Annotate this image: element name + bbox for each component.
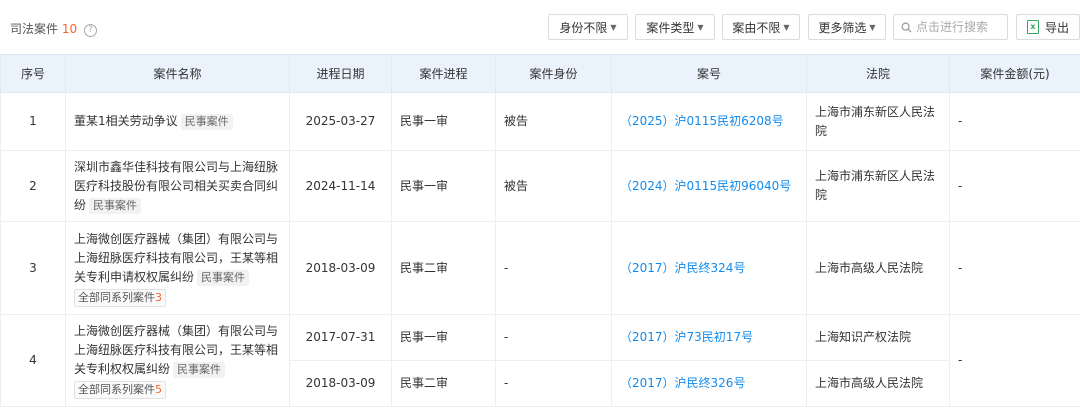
case-stage: 民事一审	[391, 92, 496, 151]
export-button[interactable]: x 导出	[1016, 14, 1080, 40]
court: 上海知识产权法院	[806, 314, 950, 361]
table-row: 3 上海微创医疗器械（集团）有限公司与上海纽脉医疗科技有限公司，王某等相关专利申…	[0, 221, 1080, 315]
case-type-tag: 民事案件	[180, 114, 233, 130]
filter-case-type-button[interactable]: 案件类型 ▼	[635, 14, 715, 40]
case-name-cell: 董某1相关劳动争议 民事案件	[65, 92, 290, 151]
case-number-link[interactable]: （2025）沪0115民初6208号	[620, 114, 784, 128]
progress-date: 2017-07-31	[289, 314, 392, 361]
series-cases-label: 全部同系列案件	[78, 290, 155, 304]
table-row: 4 上海微创医疗器械（集团）有限公司与上海纽脉医疗科技有限公司，王某等相关专利权…	[0, 314, 1080, 407]
export-label: 导出	[1044, 20, 1069, 35]
more-filters-button[interactable]: 更多筛选 ▼	[808, 14, 886, 40]
cases-table: 序号 案件名称 进程日期 案件进程 案件身份 案号 法院 案件金额(元) 1 董…	[0, 54, 1080, 407]
row-index: 1	[0, 92, 66, 151]
case-stage: 民事一审	[391, 150, 496, 222]
filter-case-type-label: 案件类型	[646, 20, 695, 35]
progress-date: 2018-03-09	[289, 221, 392, 315]
case-stage: 民事二审	[391, 221, 496, 315]
case-number-cell: （2025）沪0115民初6208号	[611, 92, 807, 151]
filter-identity-button[interactable]: 身份不限 ▼	[548, 14, 628, 40]
header-court: 法院	[806, 54, 950, 93]
case-number-link[interactable]: （2017）沪民终326号	[620, 376, 745, 390]
header-case-number: 案号	[611, 54, 807, 93]
case-role: -	[495, 221, 612, 315]
row-index: 4	[0, 314, 66, 407]
case-role: 被告	[495, 150, 612, 222]
case-name-cell: 深圳市鑫华佳科技有限公司与上海纽脉医疗科技股份有限公司相关买卖合同纠纷 民事案件	[65, 150, 290, 222]
case-number-link[interactable]: （2024）沪0115民初96040号	[620, 179, 791, 193]
case-stage: 民事二审	[391, 360, 496, 407]
row-index: 2	[0, 150, 66, 222]
case-type-tag: 民事案件	[173, 362, 226, 378]
excel-icon: x	[1026, 20, 1039, 34]
case-name-cell: 上海微创医疗器械（集团）有限公司与上海纽脉医疗科技有限公司，王某等相关专利权权属…	[65, 314, 290, 407]
case-number-link[interactable]: （2017）沪民终324号	[620, 261, 745, 275]
more-filters-label: 更多筛选	[818, 20, 867, 35]
help-icon[interactable]: ?	[83, 24, 97, 37]
toolbar: 司法案件 10 ? 身份不限 ▼ 案件类型 ▼ 案由不限 ▼ 更多筛选 ▼ x …	[0, 0, 1080, 54]
header-index: 序号	[0, 54, 66, 93]
case-number-cell: （2017）沪民终324号	[611, 221, 807, 315]
filter-identity-label: 身份不限	[559, 20, 608, 35]
case-amount: -	[949, 92, 1080, 151]
table-row: 2 深圳市鑫华佳科技有限公司与上海纽脉医疗科技股份有限公司相关买卖合同纠纷 民事案…	[0, 150, 1080, 222]
chevron-down-icon: ▼	[869, 22, 876, 32]
court: 上海市浦东新区人民法院	[806, 150, 950, 222]
case-role: -	[495, 314, 612, 361]
case-type-tag: 民事案件	[89, 197, 142, 214]
search-input[interactable]	[916, 20, 1004, 34]
case-number-cell: （2017）沪73民初17号	[611, 314, 807, 361]
header-role: 案件身份	[495, 54, 612, 93]
series-cases-count: 3	[155, 290, 162, 304]
case-stage: 民事一审	[391, 314, 496, 361]
header-stage: 案件进程	[391, 54, 496, 93]
case-amount: -	[949, 150, 1080, 222]
progress-date: 2018-03-09	[289, 360, 392, 407]
header-amount: 案件金额(元)	[949, 54, 1080, 93]
court: 上海市浦东新区人民法院	[806, 92, 950, 151]
case-number-cell: （2017）沪民终326号	[611, 360, 807, 407]
row-index: 3	[0, 221, 66, 315]
filter-cause-label: 案由不限	[732, 20, 781, 35]
case-count: 10	[61, 22, 78, 36]
case-role: 被告	[495, 92, 612, 151]
search-box[interactable]	[893, 14, 1008, 40]
case-amount: -	[949, 314, 1080, 407]
progress-date: 2025-03-27	[289, 92, 392, 151]
series-cases-button[interactable]: 全部同系列案件5	[74, 381, 166, 399]
header-case-name: 案件名称	[65, 54, 290, 93]
case-role: -	[495, 360, 612, 407]
progress-date: 2024-11-14	[289, 150, 392, 222]
section-title: 司法案件 10 ?	[10, 20, 97, 37]
case-amount: -	[949, 221, 1080, 315]
court: 上海市高级人民法院	[806, 360, 950, 407]
table-header-row: 序号 案件名称 进程日期 案件进程 案件身份 案号 法院 案件金额(元)	[0, 54, 1080, 93]
case-type-tag: 民事案件	[197, 269, 250, 286]
section-title-text: 司法案件	[10, 22, 59, 36]
chevron-down-icon: ▼	[610, 22, 617, 32]
filter-cause-button[interactable]: 案由不限 ▼	[722, 14, 800, 40]
series-cases-label: 全部同系列案件	[78, 383, 155, 396]
chevron-down-icon: ▼	[697, 22, 704, 32]
search-icon	[901, 22, 912, 33]
chevron-down-icon: ▼	[783, 22, 790, 32]
case-number-cell: （2024）沪0115民初96040号	[611, 150, 807, 222]
series-cases-button[interactable]: 全部同系列案件3	[74, 288, 166, 307]
case-name-cell: 上海微创医疗器械（集团）有限公司与上海纽脉医疗科技有限公司，王某等相关专利申请权…	[65, 221, 290, 315]
header-date: 进程日期	[289, 54, 392, 93]
court: 上海市高级人民法院	[806, 221, 950, 315]
case-name[interactable]: 董某1相关劳动争议	[74, 114, 178, 128]
table-row: 1 董某1相关劳动争议 民事案件 2025-03-27 民事一审 被告 （2025…	[0, 92, 1080, 151]
case-number-link[interactable]: （2017）沪73民初17号	[620, 330, 753, 344]
series-cases-count: 5	[155, 383, 162, 396]
